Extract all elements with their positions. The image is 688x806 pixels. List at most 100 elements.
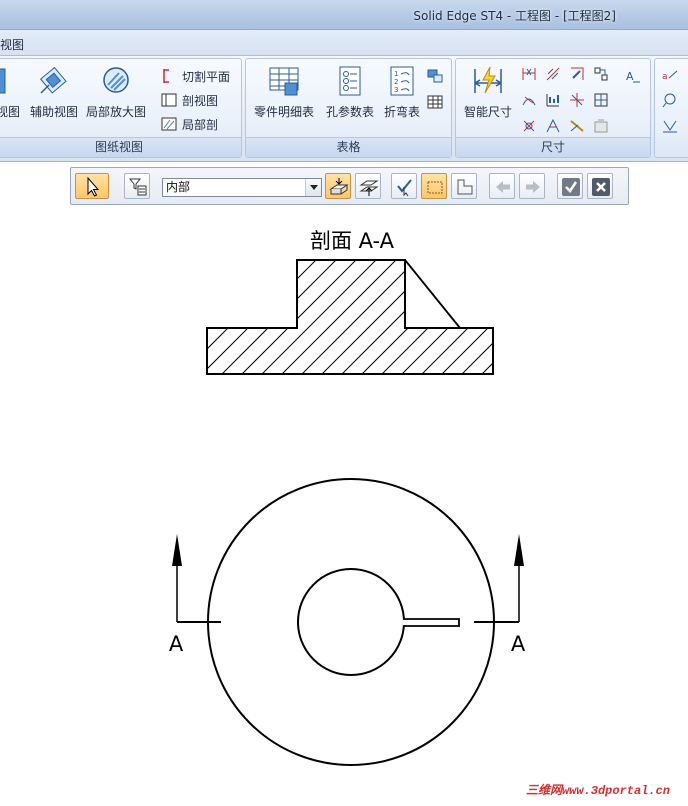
ribbon-tab-row: 视图 xyxy=(0,30,688,56)
cutting-plane-line[interactable] xyxy=(172,534,524,623)
arrow-right-icon xyxy=(526,181,540,193)
select-tool-command-bar: 内部 xyxy=(70,167,629,205)
ribbon-group-label-drawing-views: 图纸视图 xyxy=(0,137,241,157)
dimension-tool-icon-5[interactable] xyxy=(520,91,538,109)
close-icon xyxy=(592,178,610,196)
svg-text:1: 1 xyxy=(394,70,398,78)
inner-circle xyxy=(297,568,405,676)
drawing-canvas: 剖面 A-A A A xyxy=(110,229,630,766)
view-button[interactable]: 视图 xyxy=(0,65,21,127)
ribbon-group-dimensions: 智能尺寸 A 尺寸 xyxy=(455,58,651,158)
rectangle-select-icon xyxy=(427,181,443,194)
ribbon-group-tables: 零件明细表 孔参数表 1 2 3 折弯表 表格 xyxy=(245,58,452,158)
select-tool-button[interactable] xyxy=(75,173,109,199)
view-button-label: 视图 xyxy=(0,105,20,119)
inside-select-icon xyxy=(329,178,349,195)
dimension-tool-icon-4[interactable] xyxy=(592,65,610,83)
dimension-tool-icon-1[interactable] xyxy=(520,65,538,83)
inside-select-button[interactable] xyxy=(325,173,351,199)
select-filter-value: 内部 xyxy=(166,180,191,194)
dimension-tool-icon-3[interactable] xyxy=(568,65,586,83)
arrow-left-icon xyxy=(496,181,510,193)
ribbon-group-label-tables: 表格 xyxy=(246,137,451,157)
table-small-icon-2[interactable] xyxy=(426,93,444,111)
cursor-arrow-icon xyxy=(87,177,100,197)
window-title: Solid Edge ST4 - 工程图 - [工程图2] xyxy=(413,9,616,23)
broken-out-section-label: 局部剖 xyxy=(182,118,219,132)
check-icon xyxy=(562,178,580,196)
detail-view-label: 局部放大图 xyxy=(85,105,146,119)
polygon-select-button[interactable] xyxy=(451,173,477,199)
svg-text:a: a xyxy=(662,72,668,82)
drawing-sheet[interactable]: 剖面 A-A A A xyxy=(0,206,688,802)
detail-view-icon xyxy=(103,67,129,93)
dimension-tool-icon-2[interactable] xyxy=(544,65,562,83)
back-button[interactable] xyxy=(489,173,515,199)
forward-button[interactable] xyxy=(519,173,545,199)
chevron-down-icon[interactable] xyxy=(305,179,321,196)
smart-dimension-button[interactable]: 智能尺寸 xyxy=(460,65,516,127)
cutting-plane-button[interactable]: 切割平面 xyxy=(161,67,230,87)
overlap-select-icon xyxy=(359,180,379,196)
view-icon xyxy=(0,68,6,94)
dimension-tool-icon-7[interactable] xyxy=(568,91,586,109)
dimension-tool-icon-9[interactable] xyxy=(520,117,538,135)
section-view-icon xyxy=(161,93,177,107)
watermark-text: 三维网www.3dportal.cn xyxy=(525,784,670,798)
smart-dimension-icon xyxy=(474,66,502,94)
rectangle-select-button[interactable] xyxy=(421,173,447,199)
select-filter-button[interactable] xyxy=(124,173,150,199)
parts-list-icon xyxy=(269,67,299,96)
dimension-tool-icon-8[interactable] xyxy=(592,91,610,109)
svg-text:A: A xyxy=(626,70,634,83)
title-bar: Solid Edge ST4 - 工程图 - [工程图2] xyxy=(0,0,688,30)
section-view[interactable] xyxy=(110,246,630,426)
section-view-title: 剖面 A-A xyxy=(310,229,395,253)
ribbon-group-label-dimensions: 尺寸 xyxy=(456,137,650,157)
section-view-label: 剖视图 xyxy=(182,94,219,108)
broken-out-section-button[interactable]: 局部剖 xyxy=(161,115,218,135)
smart-dimension-label: 智能尺寸 xyxy=(463,105,512,119)
cutting-plane-label: 切割平面 xyxy=(182,70,231,84)
cut-label-right: A xyxy=(511,632,526,656)
dimension-tool-icon-10[interactable] xyxy=(544,117,562,135)
dimension-tool-icon-11[interactable] xyxy=(568,117,586,135)
bend-table-button[interactable]: 1 2 3 折弯表 xyxy=(380,65,424,127)
accept-button[interactable] xyxy=(557,173,583,199)
bend-table-label: 折弯表 xyxy=(383,105,420,119)
bend-table-icon: 1 2 3 xyxy=(390,66,414,96)
auxiliary-view-icon xyxy=(39,66,67,94)
check-cursor-icon xyxy=(397,179,412,197)
hole-table-label: 孔参数表 xyxy=(325,105,374,119)
arrow-up-icon xyxy=(172,534,182,566)
annotation-tool-icon-3[interactable] xyxy=(661,117,679,135)
section-view-button[interactable]: 剖视图 xyxy=(161,91,218,111)
polygon-select-icon xyxy=(457,179,473,195)
dimension-tool-icon-12[interactable] xyxy=(592,117,610,135)
select-filter-dropdown[interactable]: 内部 xyxy=(162,178,322,197)
cutting-plane-icon xyxy=(163,69,169,83)
filter-icon xyxy=(128,178,147,196)
detail-view-button[interactable]: 局部放大图 xyxy=(83,65,149,127)
annotation-tool-icon-1[interactable]: a xyxy=(661,67,679,85)
annotation-tool-icon-2[interactable] xyxy=(661,91,679,109)
tab-view[interactable]: 视图 xyxy=(0,36,24,53)
overlap-select-button[interactable] xyxy=(355,173,381,199)
cut-label-left: A xyxy=(169,632,184,656)
arrow-up-icon xyxy=(514,534,524,566)
broken-out-section-icon xyxy=(161,117,177,131)
accept-selection-button[interactable] xyxy=(391,173,417,199)
text-annotation-icon[interactable]: A xyxy=(624,67,642,85)
hole-table-button[interactable]: 孔参数表 xyxy=(322,65,378,127)
auxiliary-view-button[interactable]: 辅助视图 xyxy=(27,65,81,127)
plan-view[interactable] xyxy=(207,478,495,766)
section-hatching xyxy=(207,260,493,374)
cancel-button[interactable] xyxy=(587,173,613,199)
svg-text:2: 2 xyxy=(394,78,398,86)
rib-slot xyxy=(403,618,460,627)
table-small-icon-1[interactable] xyxy=(426,67,444,85)
parts-list-button[interactable]: 零件明细表 xyxy=(250,65,318,127)
auxiliary-view-label: 辅助视图 xyxy=(29,105,78,119)
hole-table-icon xyxy=(339,66,361,96)
dimension-tool-icon-6[interactable] xyxy=(544,91,562,109)
